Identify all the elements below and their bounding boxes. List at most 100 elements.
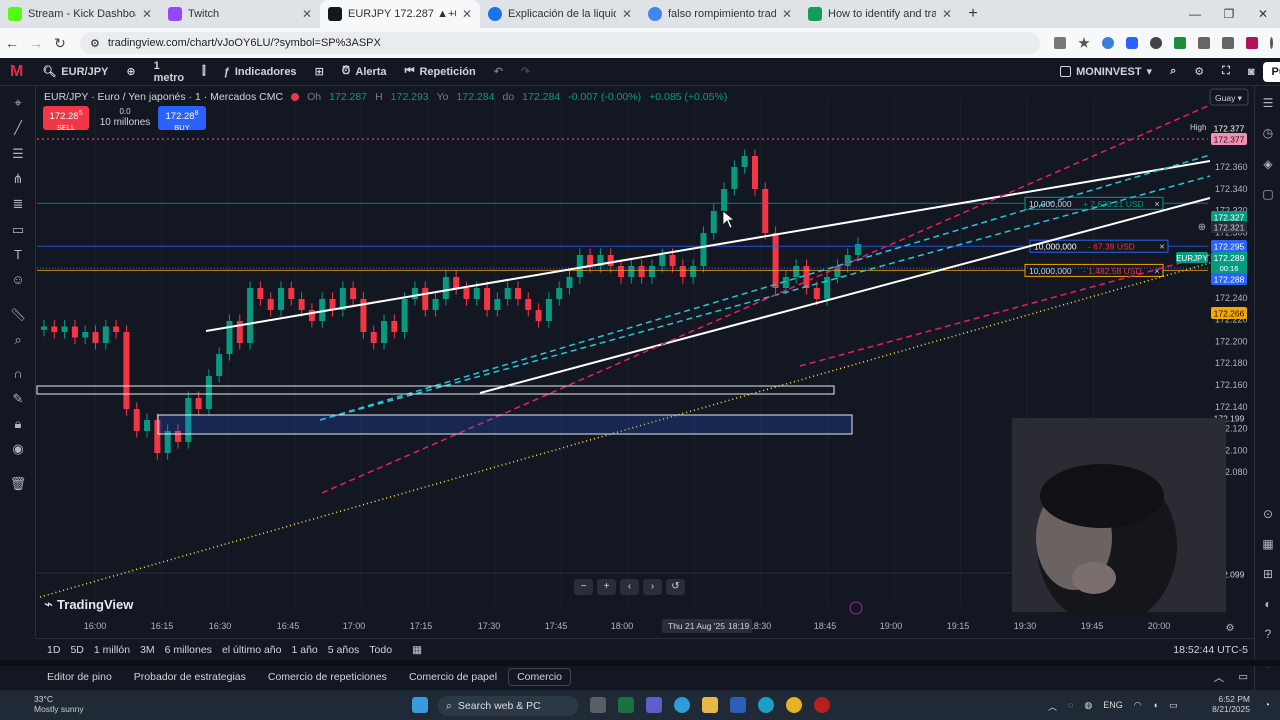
chrome-icon[interactable] (786, 697, 802, 713)
folder-icon[interactable] (702, 697, 718, 713)
word-icon[interactable] (730, 697, 746, 713)
extension-icon[interactable] (1102, 37, 1114, 49)
layout-button[interactable]: MONINVEST ▾ (1051, 65, 1161, 78)
extension-icon[interactable] (1174, 37, 1186, 49)
scroll-left-icon[interactable]: ‹ (620, 579, 639, 595)
close-icon[interactable]: ✕ (462, 7, 472, 21)
close-window-icon[interactable]: ✕ (1246, 0, 1280, 28)
help-icon[interactable]: ? (1260, 626, 1276, 642)
weather-widget[interactable]: 33°C Mostly sunny (34, 694, 84, 714)
browser-tab[interactable]: Twitch ✕ (160, 0, 320, 28)
close-icon[interactable]: ✕ (302, 7, 312, 21)
extension-icon[interactable] (1150, 37, 1162, 49)
trend-line-icon[interactable]: ╱ (9, 120, 27, 136)
menu-icon[interactable] (1270, 37, 1273, 49)
tab-replay-trading[interactable]: Comercio de repeticiones (257, 671, 398, 683)
calendar-icon[interactable]: ▦ (407, 644, 427, 656)
excel-icon[interactable] (618, 697, 634, 713)
maximize-panel-icon[interactable]: ▭ (1238, 671, 1248, 683)
watchlist-icon[interactable]: ☰ (1260, 95, 1276, 111)
clock-icon[interactable]: ◷ (1260, 125, 1276, 141)
calendar-icon[interactable]: ▦ (1260, 536, 1276, 552)
text-icon[interactable]: T (9, 247, 27, 263)
app-icon[interactable] (814, 697, 830, 713)
range-1d[interactable]: 1D (42, 644, 65, 656)
wifi-icon[interactable]: ◠ (1134, 700, 1142, 713)
undo-button[interactable]: ↶ (485, 65, 512, 78)
interval-button[interactable]: 1 metro (145, 60, 194, 84)
indicators-button[interactable]: ƒ Indicadores (215, 66, 306, 78)
range-ytd[interactable]: el último año (217, 644, 287, 656)
range-3m[interactable]: 3M (135, 644, 160, 656)
zoom-in-icon[interactable]: + (597, 579, 616, 595)
range-all[interactable]: Todo (364, 644, 397, 656)
pencil-lock-icon[interactable]: ✎ (9, 391, 27, 407)
tab-strategy-tester[interactable]: Probador de estrategias (123, 671, 257, 683)
close-icon[interactable]: ✕ (622, 7, 632, 21)
tv-logo-icon[interactable]: M (0, 63, 33, 81)
redo-button[interactable]: ↷ (512, 65, 539, 78)
url-field[interactable]: ⚙ tradingview.com/chart/vJoOY6LU/?symbol=… (80, 32, 1040, 54)
range-5d[interactable]: 5D (65, 644, 88, 656)
taskbar-search[interactable]: ⌕ Search web & PC (438, 696, 578, 716)
taskbar-clock[interactable]: 6:52 PM 8/21/2025 (1212, 694, 1250, 714)
teams-icon[interactable] (646, 697, 662, 713)
lock-icon[interactable]: 🔒︎ (9, 416, 27, 432)
tab-pine-editor[interactable]: Editor de pino (36, 671, 123, 683)
chevron-up-icon[interactable]: ︿ (1048, 700, 1057, 713)
browser-tab-active[interactable]: EURJPY 172.287 ▲+0.05% MO ✕ (320, 0, 480, 28)
site-info-icon[interactable]: ⚙ (90, 37, 100, 50)
browser-tab[interactable]: How to identify and trade fake ✕ (800, 0, 960, 28)
sidebar-icon[interactable] (1222, 37, 1234, 49)
symbol-search[interactable]: 🔍︎ EUR/JPY (33, 65, 117, 79)
file-explorer-icon[interactable] (590, 697, 606, 713)
buy-button[interactable]: 172.288 BUY (158, 106, 206, 132)
app-icon[interactable] (674, 697, 690, 713)
close-icon[interactable]: ✕ (782, 7, 792, 21)
compare-button[interactable]: ⊕ (117, 65, 144, 78)
publish-button[interactable]: Publicar (1263, 61, 1280, 82)
cursor-icon[interactable]: ⌖ (9, 95, 27, 111)
scroll-right-icon[interactable]: › (643, 579, 662, 595)
emoji-icon[interactable]: ☺ (9, 272, 27, 288)
browser-tab[interactable]: falso rompimiento trading - Go ✕ (640, 0, 800, 28)
chat-icon[interactable]: ▢ (1260, 186, 1276, 202)
puzzle-icon[interactable] (1198, 37, 1210, 49)
restore-icon[interactable]: ❐ (1212, 0, 1246, 28)
rectangle-icon[interactable]: ▭ (9, 222, 27, 238)
tray-app-icon[interactable]: ◌ (1068, 700, 1073, 713)
layers-icon[interactable]: ◈ (1260, 156, 1276, 172)
signal-icon[interactable]: ◐ (1260, 596, 1276, 612)
alert-button[interactable]: ⏰︎ Alerta (333, 65, 396, 78)
chevron-up-icon[interactable]: ︿ (1214, 670, 1225, 685)
reload-icon[interactable]: ↻ (48, 35, 72, 52)
trash-icon[interactable]: 🗑︎ (9, 476, 27, 492)
fib-icon[interactable]: ≣ (9, 196, 27, 212)
zoom-icon[interactable]: ⌕ (9, 332, 27, 348)
pitchfork-icon[interactable]: ⋔ (9, 171, 27, 187)
minimize-icon[interactable]: — (1178, 0, 1212, 28)
volume-icon[interactable]: ◖ (1153, 700, 1158, 713)
reset-chart-icon[interactable]: ↺ (666, 579, 685, 595)
shield-icon[interactable] (1126, 37, 1138, 49)
tab-paper-trading[interactable]: Comercio de papel (398, 671, 508, 683)
language-indicator[interactable]: ENG (1103, 700, 1123, 713)
browser-tab[interactable]: Stream - Kick Dashboard ✕ (0, 0, 160, 28)
magnet-icon[interactable]: ∩ (9, 366, 27, 382)
sell-button[interactable]: 172.285 SELL (43, 106, 89, 132)
chart-type-button[interactable]: ⫿ (193, 65, 215, 78)
zoom-out-icon[interactable]: − (574, 579, 593, 595)
eye-icon[interactable]: ◉ (9, 441, 27, 457)
order-qty[interactable]: 0.0 10 millones (97, 106, 153, 128)
ruler-icon[interactable]: 📏︎ (9, 307, 27, 323)
back-icon[interactable]: ← (0, 35, 24, 51)
new-tab-button[interactable]: + (960, 0, 986, 28)
apps-icon[interactable]: ⊞ (1260, 566, 1276, 582)
close-icon[interactable]: ✕ (942, 7, 952, 21)
close-icon[interactable]: ✕ (142, 7, 152, 21)
forward-icon[interactable]: → (24, 35, 48, 51)
tab-trading[interactable]: Comercio (508, 668, 572, 686)
templates-button[interactable]: ⊞ (306, 65, 333, 78)
symbol-title[interactable]: EUR/JPY · Euro / Yen japonés · 1 · Merca… (44, 91, 283, 103)
edge-icon[interactable] (758, 697, 774, 713)
